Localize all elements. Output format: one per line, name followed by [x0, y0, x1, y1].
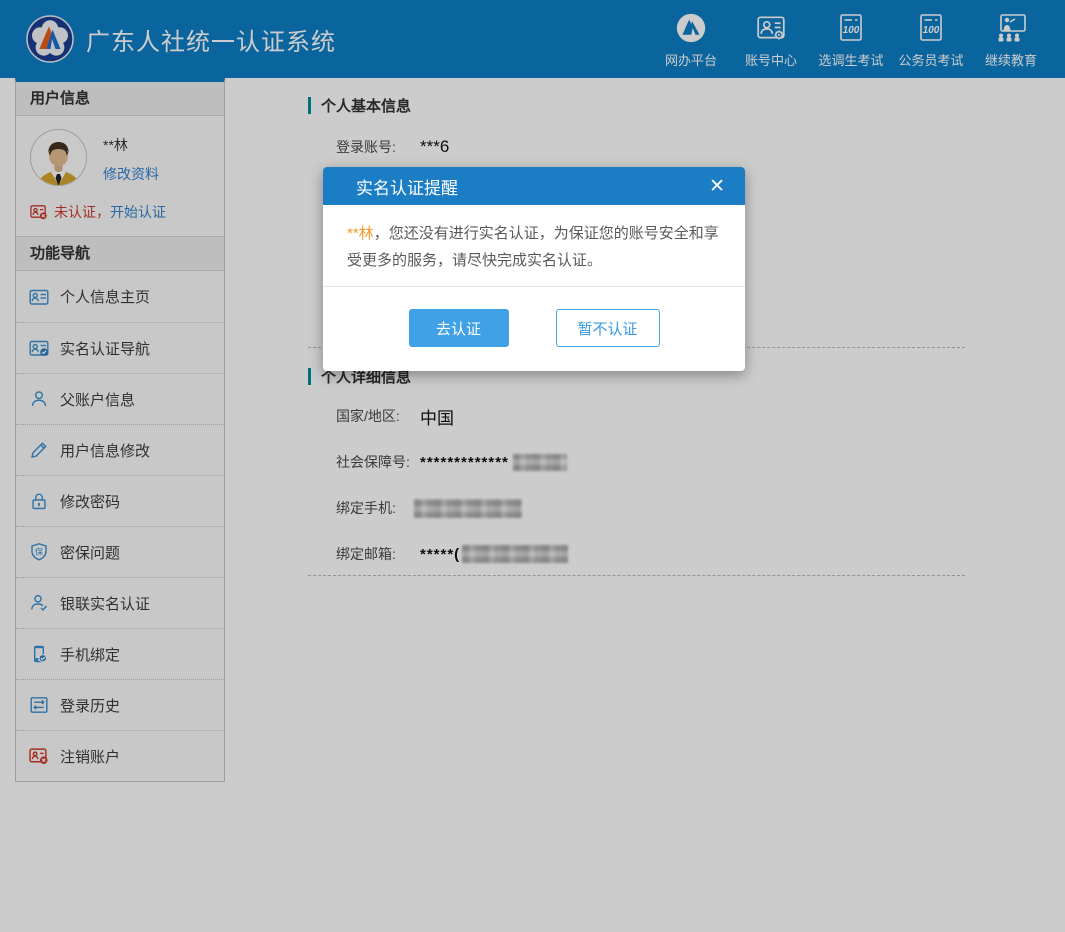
close-icon[interactable]: ✕ [709, 177, 725, 196]
modal-message-text: ，您还没有进行实名认证，为保证您的账号安全和享受更多的服务，请尽快完成实名认证。 [347, 225, 719, 269]
modal-footer: 去认证 暂不认证 [323, 287, 745, 371]
realname-reminder-modal: 实名认证提醒 ✕ **林，您还没有进行实名认证，为保证您的账号安全和享受更多的服… [323, 167, 745, 371]
go-verify-button[interactable]: 去认证 [409, 309, 509, 347]
modal-message: **林，您还没有进行实名认证，为保证您的账号安全和享受更多的服务，请尽快完成实名… [323, 205, 745, 287]
page: 广东人社统一认证系统 网办平台 [0, 0, 1065, 932]
user-name-highlight: **林 [347, 225, 374, 242]
not-now-button[interactable]: 暂不认证 [556, 309, 660, 347]
modal-backdrop [0, 0, 1065, 932]
modal-header: 实名认证提醒 ✕ [323, 167, 745, 205]
modal-title: 实名认证提醒 [356, 174, 458, 199]
